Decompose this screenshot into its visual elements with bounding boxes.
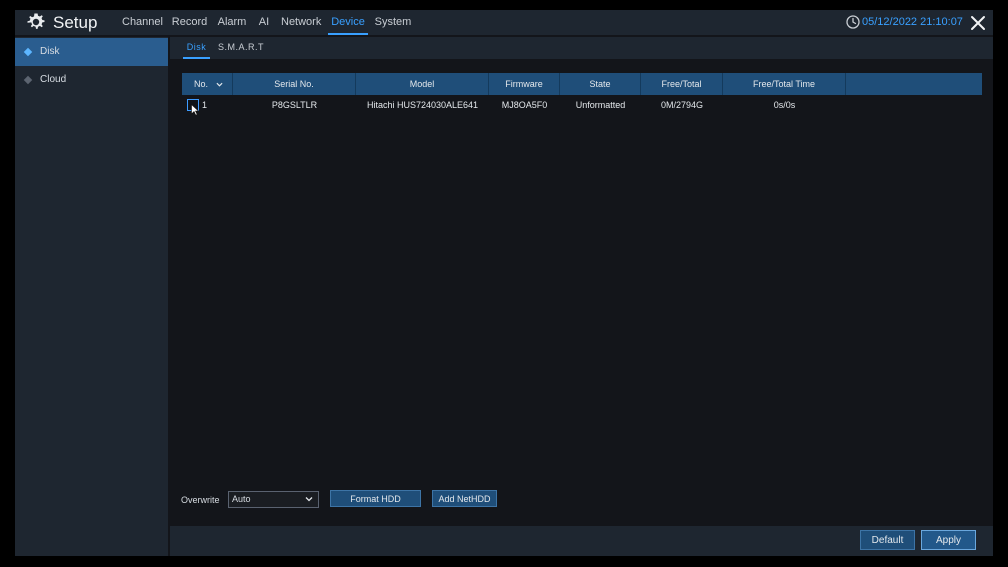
sidebar-item-label: Cloud: [40, 74, 67, 85]
cell-free-total: 0M/2794G: [660, 100, 704, 110]
column-header-label: No.: [194, 79, 209, 89]
tab-smart[interactable]: S.M.A.R.T: [218, 37, 264, 59]
sidebar-item-label: Disk: [40, 46, 60, 57]
gear-icon: [27, 13, 45, 29]
cell-state: Unformatted: [575, 100, 626, 110]
menu-record[interactable]: Record: [171, 10, 208, 35]
column-header-serial: Serial No.: [233, 73, 356, 95]
mouse-cursor-icon: [191, 104, 199, 116]
close-icon[interactable]: [969, 14, 987, 32]
sidebar: Disk Cloud: [15, 37, 168, 556]
menu-device[interactable]: Device: [328, 10, 368, 35]
sidebar-item-cloud[interactable]: Cloud: [15, 66, 168, 94]
add-nethdd-button[interactable]: Add NetHDD: [432, 490, 497, 507]
cell-firmware: MJ8OA5F0: [501, 100, 548, 110]
cell-free-total-time: 0s/0s: [773, 100, 796, 110]
format-hdd-button[interactable]: Format HDD: [330, 490, 421, 507]
overwrite-value: Auto: [232, 494, 251, 504]
menu-alarm[interactable]: Alarm: [217, 10, 247, 35]
column-header-no[interactable]: No.: [182, 73, 233, 95]
top-nav-bar: Setup Channel Record Alarm AI Network De…: [15, 10, 993, 35]
default-button[interactable]: Default: [860, 530, 915, 550]
setup-window: Setup Channel Record Alarm AI Network De…: [15, 10, 993, 556]
page-title: Setup: [53, 13, 98, 32]
menu-system[interactable]: System: [374, 10, 412, 35]
clock-icon: [846, 15, 860, 29]
chevron-down-icon: [216, 82, 223, 87]
menu-network[interactable]: Network: [281, 10, 321, 35]
diamond-icon: [23, 75, 33, 85]
cell-serial: P8GSLTLR: [271, 100, 318, 110]
column-header-state: State: [560, 73, 641, 95]
cell-model: Hitachi HUS724030ALE641: [366, 100, 479, 110]
menu-ai[interactable]: AI: [256, 10, 272, 35]
sidebar-item-disk[interactable]: Disk: [15, 38, 168, 66]
tab-disk[interactable]: Disk: [183, 37, 210, 59]
footer-bar: Default Apply: [170, 526, 993, 556]
menu-channel[interactable]: Channel: [122, 10, 163, 35]
table-header: No. Serial No. Model Firmware State Free…: [182, 73, 982, 95]
column-header-firmware: Firmware: [489, 73, 560, 95]
column-header-free-total: Free/Total: [641, 73, 723, 95]
column-header-model: Model: [356, 73, 489, 95]
datetime-display: 05/12/2022 21:10:07: [862, 16, 963, 28]
column-header-free-total-time: Free/Total Time: [723, 73, 846, 95]
overwrite-select[interactable]: Auto: [228, 491, 319, 508]
diamond-icon: [23, 47, 33, 57]
overwrite-label: Overwrite: [181, 495, 220, 505]
chevron-down-icon: [305, 497, 313, 502]
cell-no: 1: [202, 100, 208, 110]
disk-controls: Overwrite Auto Format HDD Add NetHDD: [15, 490, 993, 520]
sub-tab-bar: Disk S.M.A.R.T: [170, 37, 993, 59]
table-row[interactable]: 1 P8GSLTLR Hitachi HUS724030ALE641 MJ8OA…: [182, 95, 982, 116]
apply-button[interactable]: Apply: [921, 530, 976, 550]
